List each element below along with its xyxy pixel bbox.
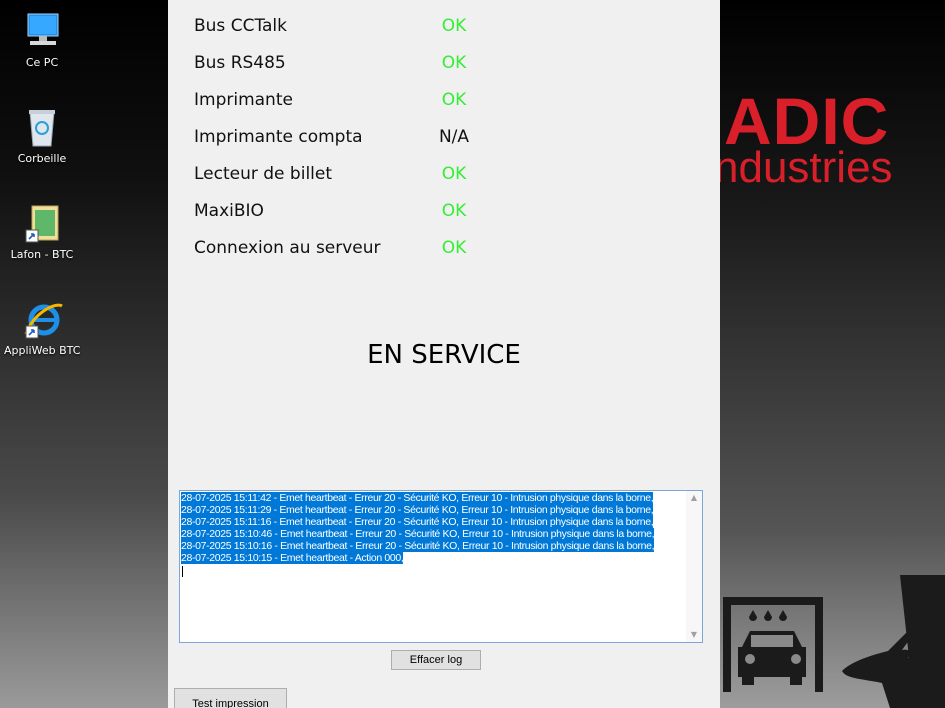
status-label: Connexion au serveur [194, 238, 381, 258]
status-row-imprimante: Imprimante OK [194, 90, 494, 114]
log-line: 28-07-2025 15:11:29 - Emet heartbeat - E… [181, 504, 654, 516]
status-label: Bus RS485 [194, 53, 286, 73]
status-label: Bus CCTalk [194, 16, 287, 36]
desktop-icon-label: Lafon - BTC [10, 248, 74, 261]
status-label: Imprimante [194, 90, 293, 110]
internet-explorer-icon [24, 303, 63, 339]
folder-shortcut-icon [25, 205, 59, 243]
desktop-icon-this-pc[interactable]: Ce PC [4, 10, 80, 69]
status-row-lecteur-de-billet: Lecteur de billet OK [194, 164, 494, 188]
log-line: 28-07-2025 15:11:16 - Emet heartbeat - E… [181, 516, 654, 528]
test-print-button[interactable]: Test impression [174, 688, 287, 708]
scroll-up-arrow-icon[interactable]: ▲ [686, 491, 702, 505]
status-value: N/A [438, 127, 470, 147]
desktop-icon-recycle-bin[interactable]: Corbeille [4, 106, 80, 165]
status-value: OK [441, 16, 467, 36]
desktop-icon-label: Corbeille [17, 152, 67, 165]
log-textarea[interactable]: 28-07-2025 15:11:42 - Emet heartbeat - E… [179, 490, 703, 643]
text-caret [182, 566, 183, 577]
clear-log-button[interactable]: Effacer log [391, 650, 481, 670]
desktop-icon-lafon-btc[interactable]: Lafon - BTC [4, 202, 80, 261]
status-label: Imprimante compta [194, 127, 363, 147]
desktop-icon-label: Ce PC [25, 56, 59, 69]
status-label: Lecteur de billet [194, 164, 333, 184]
service-status-title: EN SERVICE [367, 340, 521, 370]
computer-icon [27, 13, 59, 45]
log-line: 28-07-2025 15:10:15 - Emet heartbeat - A… [181, 552, 404, 564]
status-row-bus-cctalk: Bus CCTalk OK [194, 16, 494, 40]
status-value: OK [441, 90, 467, 110]
scroll-down-arrow-icon[interactable]: ▼ [686, 628, 702, 642]
status-value: OK [441, 201, 467, 221]
desktop-icon-label: AppliWeb BTC [4, 344, 81, 357]
recycle-bin-icon [29, 110, 55, 147]
car-wash-graphic [723, 575, 945, 708]
status-row-imprimante-compta: Imprimante compta N/A [194, 127, 494, 151]
status-value: OK [441, 53, 467, 73]
status-row-bus-rs485: Bus RS485 OK [194, 53, 494, 77]
brand-logo: ADIC ndustries [720, 88, 945, 198]
status-value: OK [441, 238, 467, 258]
log-line: 28-07-2025 15:11:42 - Emet heartbeat - E… [181, 492, 654, 504]
status-row-maxibio: MaxiBIO OK [194, 201, 494, 225]
app-window: Bus CCTalk OK Bus RS485 OK Imprimante OK… [168, 0, 720, 708]
log-line: 28-07-2025 15:10:46 - Emet heartbeat - E… [181, 528, 655, 540]
desktop-icon-appliweb-btc[interactable]: AppliWeb BTC [4, 298, 80, 357]
status-label: MaxiBIO [194, 201, 264, 221]
log-line: 28-07-2025 15:10:16 - Emet heartbeat - E… [181, 540, 655, 552]
log-lines: 28-07-2025 15:11:42 - Emet heartbeat - E… [181, 492, 654, 564]
brand-logo-industries: ndustries [720, 143, 893, 192]
status-row-connexion-serveur: Connexion au serveur OK [194, 238, 494, 262]
status-value: OK [441, 164, 467, 184]
log-scrollbar[interactable]: ▲ ▼ [686, 491, 702, 642]
